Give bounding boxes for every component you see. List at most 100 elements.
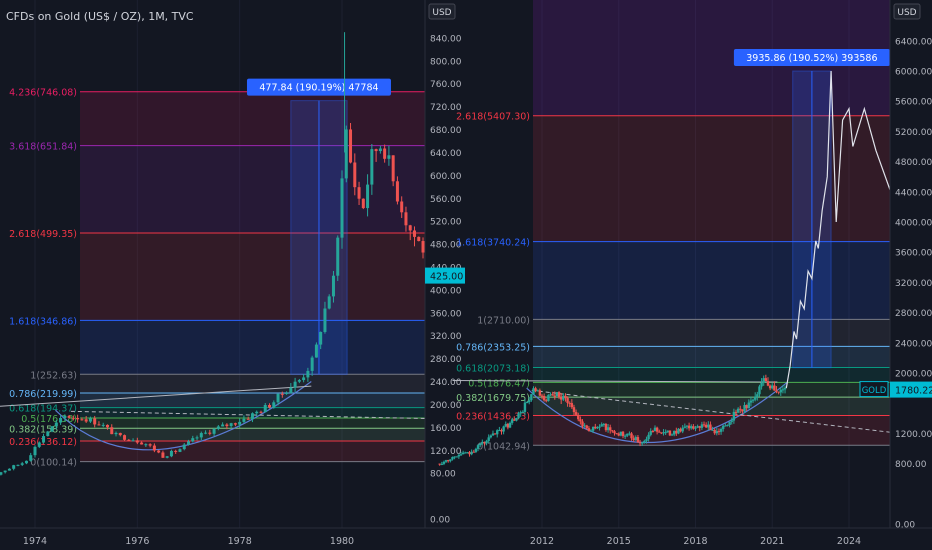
candle-body xyxy=(521,411,525,413)
chart-title: CFDs on Gold (US$ / OZ), 1M, TVC xyxy=(6,10,194,23)
fib-level-label: 4.236(746.08) xyxy=(9,88,77,99)
fib-zone xyxy=(80,428,425,442)
candle-body xyxy=(504,423,507,427)
candle-body xyxy=(675,430,678,434)
symbol-tag-label: GOLD xyxy=(862,386,887,396)
candle-body xyxy=(438,463,441,465)
candle-body xyxy=(672,430,676,435)
current-price-label: 425.00 xyxy=(430,272,463,283)
candle-body xyxy=(80,419,84,421)
candle-body xyxy=(519,412,522,414)
candle-body xyxy=(276,393,280,403)
candle-body xyxy=(647,434,650,440)
candle-body xyxy=(690,426,693,429)
candle-body xyxy=(491,433,495,436)
candle-body xyxy=(658,431,661,433)
candle-body xyxy=(517,413,520,418)
candle-body xyxy=(59,417,63,423)
time-tick-label: 2015 xyxy=(607,536,631,547)
candle-body xyxy=(144,444,148,446)
candle-body xyxy=(498,430,501,432)
candle-body xyxy=(174,450,178,452)
candle-body xyxy=(734,411,738,413)
candle-body xyxy=(246,418,250,420)
candle-body xyxy=(20,463,24,465)
measure-label: 3935.86 (190.52%) 393586 xyxy=(746,53,877,64)
candle-body xyxy=(165,456,169,458)
candle-body xyxy=(717,431,721,433)
candle-body xyxy=(489,435,493,438)
price-tick-label: 2000.00 xyxy=(895,370,932,380)
price-tick-label: 5600.00 xyxy=(895,98,932,108)
candle-body xyxy=(63,416,67,418)
price-tick-label: 4800.00 xyxy=(895,158,932,168)
price-tick-label: 1200.00 xyxy=(895,430,932,440)
fib-zone xyxy=(80,320,425,375)
candle-body xyxy=(88,418,92,422)
candle-body xyxy=(719,428,723,432)
candle-body xyxy=(510,419,514,423)
currency-label: USD xyxy=(432,8,451,18)
candle-body xyxy=(46,431,50,437)
candle-body xyxy=(440,463,443,465)
candle-body xyxy=(293,381,297,388)
candle-body xyxy=(589,430,593,432)
candle-body xyxy=(0,472,3,475)
fib-level-label: 2.618(499.35) xyxy=(9,229,77,240)
candle-body xyxy=(417,236,421,242)
candle-body xyxy=(37,442,41,447)
candle-body xyxy=(570,403,574,408)
candle-body xyxy=(766,381,770,386)
fib-level-label: 0.5(1876.47) xyxy=(468,378,530,389)
candle-body xyxy=(771,385,774,389)
candle-body xyxy=(212,428,216,434)
candle-body xyxy=(289,387,293,393)
measure-label: 477.84 (190.19%) 47784 xyxy=(259,83,378,94)
candle-body xyxy=(753,396,757,400)
candle-body xyxy=(148,444,152,446)
candle-body xyxy=(233,423,237,425)
candle-body xyxy=(643,440,646,443)
candle-body xyxy=(242,418,246,422)
candle-body xyxy=(483,441,486,444)
candle-body xyxy=(530,394,533,401)
candle-body xyxy=(221,424,225,427)
candle-body xyxy=(559,397,563,400)
candle-body xyxy=(523,402,527,412)
candle-body xyxy=(609,427,612,431)
candle-body xyxy=(534,388,537,392)
candle-body xyxy=(715,431,719,434)
candle-body xyxy=(464,452,467,454)
candle-body xyxy=(182,444,186,450)
candle-body xyxy=(591,426,595,431)
candle-body xyxy=(653,427,657,432)
candle-body xyxy=(532,388,535,395)
candle-body xyxy=(478,443,482,446)
fib-level-label: 3.618(651.84) xyxy=(9,142,77,153)
candle-body xyxy=(736,408,740,413)
candle-body xyxy=(764,378,768,382)
candle-body xyxy=(751,399,755,401)
price-tick-label: 360.00 xyxy=(430,309,462,319)
candle-body xyxy=(670,434,674,436)
candle-body xyxy=(781,389,785,391)
price-tick-label: 680.00 xyxy=(430,126,462,136)
candle-body xyxy=(50,426,54,432)
candle-body xyxy=(263,405,267,413)
fib-zone xyxy=(533,346,890,368)
candle-body xyxy=(374,149,378,152)
price-tick-label: 760.00 xyxy=(430,80,462,90)
candle-body xyxy=(140,442,144,445)
candle-body xyxy=(485,440,488,444)
candle-body xyxy=(468,452,471,455)
price-tick-label: 800.00 xyxy=(895,460,927,470)
fib-level-label: 2.618(5407.30) xyxy=(456,112,530,123)
candle-body xyxy=(632,438,635,441)
candle-body xyxy=(722,425,725,429)
candle-body xyxy=(630,433,633,439)
candle-body xyxy=(602,423,606,425)
candle-body xyxy=(314,344,318,358)
candle-body xyxy=(474,448,478,452)
time-tick-label: 2012 xyxy=(530,536,554,547)
time-tick-label: 1974 xyxy=(23,536,47,547)
